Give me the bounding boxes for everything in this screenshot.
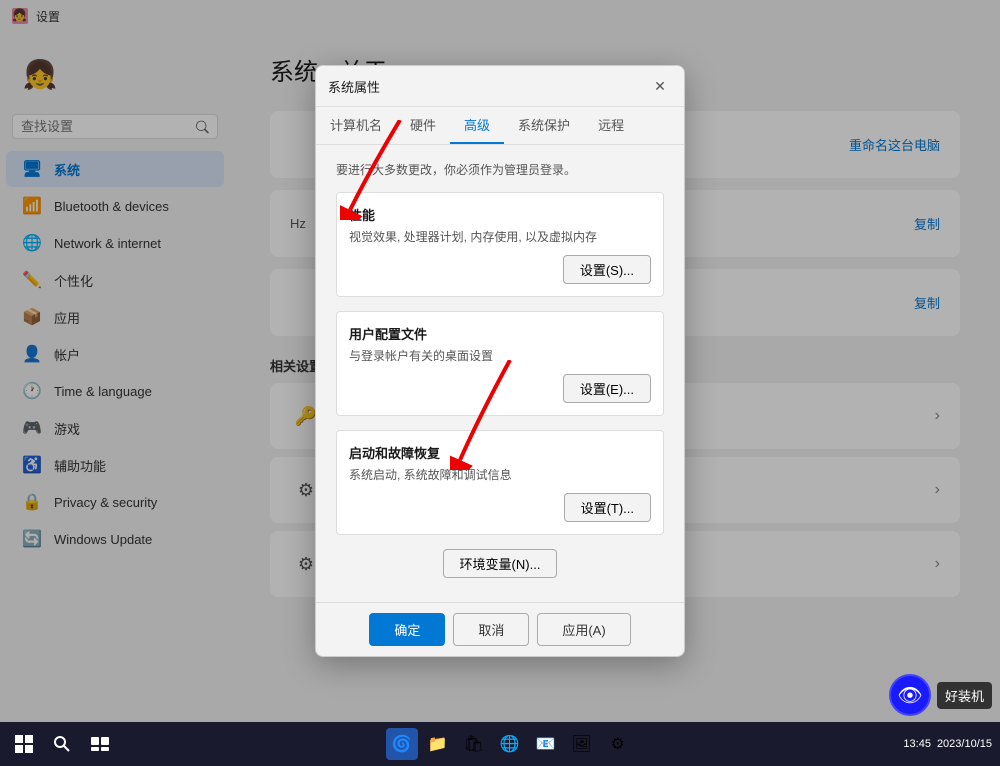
startup-section: 启动和故障恢复 系统启动, 系统故障和调试信息 设置(T)... [336, 430, 664, 535]
tab-computer-name[interactable]: 计算机名 [316, 107, 396, 144]
mail-button[interactable]: 📧 [530, 728, 562, 760]
watermark-label: 好装机 [937, 682, 992, 709]
photos-button[interactable]: 🖼 [566, 728, 598, 760]
user-profiles-section: 用户配置文件 与登录帐户有关的桌面设置 设置(E)... [336, 311, 664, 416]
clock-date: 2023/10/15 [937, 738, 992, 750]
taskbar-left [8, 728, 116, 760]
mail-icon: 📧 [536, 734, 556, 754]
modal-note: 要进行大多数更改，你必须作为管理员登录。 [336, 161, 664, 178]
explorer-button[interactable]: 📁 [422, 728, 454, 760]
startup-settings-button[interactable]: 设置(T)... [564, 493, 651, 522]
task-view-icon [91, 737, 109, 751]
taskbar: 🌀 📁 🛍 🌐 📧 🖼 ⚙ 13:45 2023/10/15 [0, 722, 1000, 766]
start-button[interactable] [8, 728, 40, 760]
windows-icon [15, 735, 33, 753]
watermark: 👁 好装机 [889, 674, 992, 716]
edge-icon: 🌀 [392, 734, 412, 754]
search-taskbar-button[interactable] [46, 728, 78, 760]
startup-title: 启动和故障恢复 [349, 443, 651, 462]
modal-title: 系统属性 [328, 77, 648, 96]
user-profiles-settings-button[interactable]: 设置(E)... [563, 374, 651, 403]
tab-advanced[interactable]: 高级 [450, 107, 504, 144]
performance-title: 性能 [349, 205, 651, 224]
taskbar-center: 🌀 📁 🛍 🌐 📧 🖼 ⚙ [386, 728, 634, 760]
tab-system-protection[interactable]: 系统保护 [504, 107, 584, 144]
tab-remote[interactable]: 远程 [584, 107, 638, 144]
modal-close-button[interactable]: ✕ [648, 74, 672, 98]
modal-footer: 确定 取消 应用(A) [316, 602, 684, 656]
clock-time: 13:45 [903, 738, 931, 750]
store-icon: 🛍 [464, 734, 484, 754]
modal-overlay: 系统属性 ✕ 计算机名 硬件 高级 系统保护 远程 要进行大多数更改，你必须作为… [0, 0, 1000, 722]
chrome-button[interactable]: 🌐 [494, 728, 526, 760]
taskbar-right: 13:45 2023/10/15 [903, 738, 992, 750]
modal-title-bar: 系统属性 ✕ [316, 66, 684, 107]
performance-desc: 视觉效果, 处理器计划, 内存使用, 以及虚拟内存 [349, 228, 651, 245]
ok-button[interactable]: 确定 [369, 613, 445, 646]
user-profiles-desc: 与登录帐户有关的桌面设置 [349, 347, 651, 364]
performance-settings-button[interactable]: 设置(S)... [563, 255, 651, 284]
store-button[interactable]: 🛍 [458, 728, 490, 760]
chrome-icon: 🌐 [500, 734, 520, 754]
edge-button[interactable]: 🌀 [386, 728, 418, 760]
explorer-icon: 📁 [428, 734, 448, 754]
environment-variables-button[interactable]: 环境变量(N)... [443, 549, 558, 578]
cancel-button[interactable]: 取消 [453, 613, 529, 646]
settings-icon: ⚙ [611, 734, 625, 754]
system-properties-dialog: 系统属性 ✕ 计算机名 硬件 高级 系统保护 远程 要进行大多数更改，你必须作为… [315, 65, 685, 657]
task-view-button[interactable] [84, 728, 116, 760]
settings-taskbar-button[interactable]: ⚙ [602, 728, 634, 760]
tab-hardware[interactable]: 硬件 [396, 107, 450, 144]
photos-icon: 🖼 [572, 734, 592, 754]
modal-body: 要进行大多数更改，你必须作为管理员登录。 性能 视觉效果, 处理器计划, 内存使… [316, 145, 684, 602]
performance-section: 性能 视觉效果, 处理器计划, 内存使用, 以及虚拟内存 设置(S)... [336, 192, 664, 297]
watermark-logo: 👁 [889, 674, 931, 716]
startup-desc: 系统启动, 系统故障和调试信息 [349, 466, 651, 483]
apply-button[interactable]: 应用(A) [537, 613, 630, 646]
env-btn-row: 环境变量(N)... [336, 549, 664, 578]
user-profiles-title: 用户配置文件 [349, 324, 651, 343]
modal-tabs: 计算机名 硬件 高级 系统保护 远程 [316, 107, 684, 145]
search-taskbar-icon [53, 735, 71, 753]
